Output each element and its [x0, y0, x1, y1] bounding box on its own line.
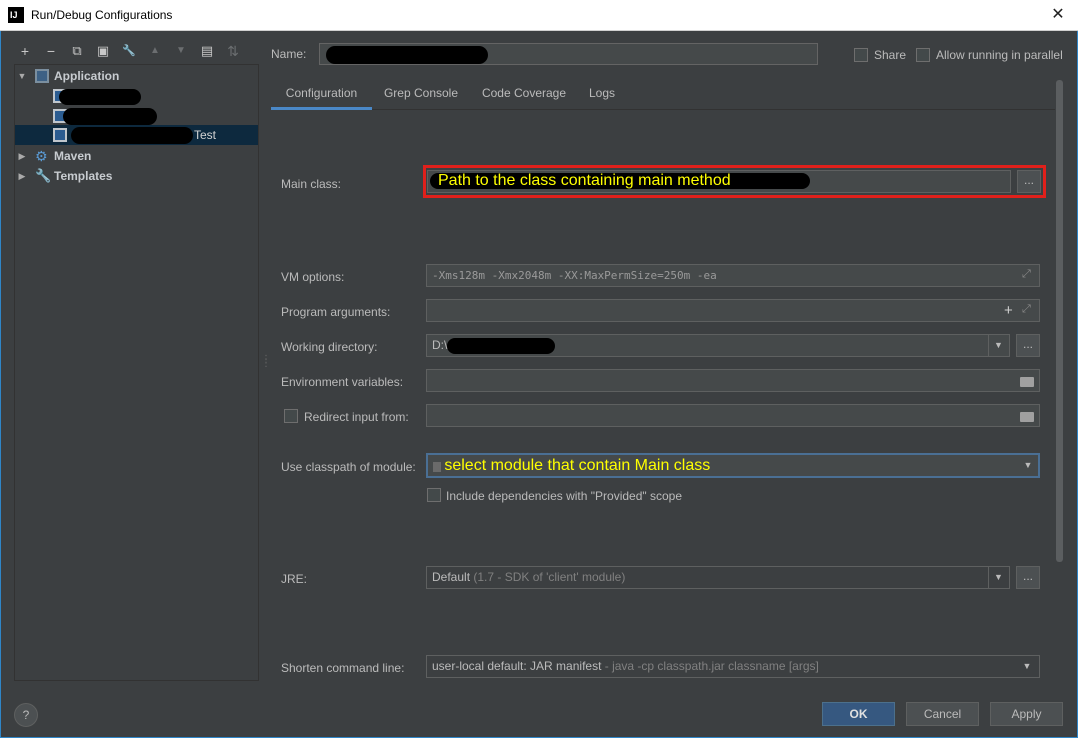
redacted-label — [63, 108, 157, 125]
splitter-handle-icon[interactable]: ⋮ ⋮ — [261, 355, 271, 369]
allow-parallel-label: Allow running in parallel — [936, 48, 1063, 62]
chevron-down-icon[interactable]: ▼ — [988, 567, 1008, 588]
chevron-down-icon[interactable]: ▼ — [988, 335, 1008, 356]
name-field[interactable] — [319, 43, 818, 65]
tree-label-maven: Maven — [54, 149, 92, 163]
tree-node-templates[interactable]: ▶ 🔧 Templates — [15, 166, 258, 186]
vm-options-field[interactable]: -Xms128m -Xmx2048m -XX:MaxPermSize=250m … — [426, 264, 1040, 287]
main-class-label: Main class: — [281, 177, 342, 191]
wrench-icon: 🔧 — [35, 168, 52, 183]
folder-icon[interactable] — [1020, 412, 1034, 422]
scrollbar-thumb[interactable] — [1056, 80, 1063, 562]
redirect-input-checkbox[interactable] — [284, 409, 298, 423]
share-checkbox[interactable] — [854, 48, 868, 62]
remove-icon[interactable]: − — [42, 42, 60, 60]
classpath-annotation: select module that contain Main class — [444, 457, 711, 474]
vm-options-label: VM options: — [281, 270, 345, 284]
jre-select[interactable]: Default (1.7 - SDK of 'client' module) ▼ — [426, 566, 1010, 589]
move-down-icon[interactable]: ▼ — [172, 42, 190, 60]
allow-parallel-checkbox[interactable] — [916, 48, 930, 62]
tree-node-config-3[interactable]: Test — [15, 125, 258, 145]
tree-label-application: Application — [54, 69, 120, 83]
tab-code-coverage[interactable]: Code Coverage — [474, 79, 574, 110]
browse-working-directory-button[interactable]: ... — [1016, 334, 1040, 357]
expand-icon[interactable]: ⤢ — [1022, 268, 1031, 281]
folder-icon[interactable]: ▤ — [198, 42, 216, 60]
classpath-module-label: Use classpath of module: — [281, 460, 416, 474]
cancel-button[interactable]: Cancel — [906, 702, 979, 726]
jre-value: Default — [432, 570, 471, 584]
folder-icon[interactable] — [1020, 377, 1034, 387]
working-directory-field[interactable]: D:\ ▼ — [426, 334, 1010, 357]
tab-configuration[interactable]: Configuration — [271, 79, 372, 110]
shorten-command-line-select[interactable]: user-local default: JAR manifest - java … — [426, 655, 1040, 678]
redacted-path — [447, 338, 555, 354]
browse-jre-button[interactable]: ... — [1016, 566, 1040, 589]
chevron-down-icon[interactable]: ▼ — [1017, 656, 1037, 677]
working-directory-value: D:\ — [432, 338, 448, 352]
wrench-icon[interactable]: 🔧 — [120, 42, 138, 60]
run-config-icon — [53, 128, 67, 142]
redacted-label — [59, 89, 141, 105]
add-icon[interactable]: + — [16, 42, 34, 60]
vm-options-value: -Xms128m -Xmx2048m -XX:MaxPermSize=250m … — [432, 269, 717, 282]
chevron-down-icon[interactable]: ▼ — [1018, 455, 1038, 476]
browse-main-class-button[interactable]: ... — [1017, 170, 1041, 193]
program-arguments-label: Program arguments: — [281, 305, 391, 319]
add-argument-icon[interactable]: + — [1004, 302, 1013, 319]
close-icon[interactable]: ✕ — [1046, 4, 1070, 26]
include-dependencies-label: Include dependencies with "Provided" sco… — [446, 489, 683, 503]
tree-label-config-3-suffix: Test — [194, 128, 217, 142]
working-directory-label: Working directory: — [281, 340, 378, 354]
ok-button[interactable]: OK — [822, 702, 895, 726]
tab-grep-console[interactable]: Grep Console — [375, 79, 467, 110]
main-class-field[interactable]: Path to the class containing main method — [427, 170, 1011, 193]
intellij-logo-icon: IJ — [8, 7, 24, 23]
module-icon — [433, 461, 441, 472]
tab-bar: Configuration Grep Console Code Coverage… — [271, 79, 1063, 110]
main-class-highlight: Path to the class containing main method… — [423, 165, 1046, 198]
environment-variables-label: Environment variables: — [281, 375, 404, 389]
application-icon — [35, 69, 49, 83]
maven-gear-icon: ⚙ — [35, 148, 48, 164]
environment-variables-field[interactable] — [426, 369, 1040, 392]
apply-button[interactable]: Apply — [990, 702, 1063, 726]
tree-node-config-2[interactable] — [15, 106, 258, 126]
tree-node-application[interactable]: ▼ Application — [15, 66, 258, 86]
collapsed-arrow-icon[interactable]: ▶ — [16, 166, 28, 186]
shorten-command-line-label: Shorten command line: — [281, 661, 405, 675]
title-bar: IJ Run/Debug Configurations ✕ — [0, 0, 1078, 31]
tab-logs[interactable]: Logs — [584, 79, 620, 110]
redacted-label — [71, 127, 193, 144]
copy-icon[interactable]: ⧉ — [68, 42, 86, 60]
share-label: Share — [874, 48, 907, 62]
help-button[interactable]: ? — [14, 703, 38, 727]
redacted-name — [326, 46, 488, 64]
name-label: Name: — [271, 47, 307, 61]
window-title: Run/Debug Configurations — [31, 8, 173, 22]
redirect-input-label: Redirect input from: — [304, 410, 409, 424]
jre-label: JRE: — [281, 572, 308, 586]
configurations-tree: ▼ Application Test ▶ ⚙ Maven ▶ 🔧 Templat… — [14, 64, 259, 681]
classpath-module-select[interactable]: select module that contain Main class ▼ — [426, 453, 1040, 478]
expanded-arrow-icon[interactable]: ▼ — [16, 66, 28, 86]
expand-icon[interactable]: ⤢ — [1022, 303, 1031, 316]
jre-detail: (1.7 - SDK of 'client' module) — [473, 570, 626, 584]
move-up-icon[interactable]: ▲ — [146, 42, 164, 60]
include-dependencies-checkbox[interactable] — [427, 488, 441, 502]
main-class-annotation: Path to the class containing main method — [438, 172, 731, 189]
tree-node-config-1[interactable] — [15, 86, 258, 106]
tree-node-maven[interactable]: ▶ ⚙ Maven — [15, 146, 258, 166]
tree-label-templates: Templates — [54, 169, 113, 183]
shorten-value: user-local default: JAR manifest — [432, 659, 602, 673]
collapsed-arrow-icon[interactable]: ▶ — [16, 146, 28, 166]
save-icon[interactable]: ▣ — [94, 42, 112, 60]
shorten-detail: - java -cp classpath.jar classname [args… — [604, 659, 819, 673]
program-arguments-field[interactable] — [426, 299, 1040, 322]
redirect-input-field[interactable] — [426, 404, 1040, 427]
sort-icon[interactable]: ⇅ — [224, 42, 242, 60]
